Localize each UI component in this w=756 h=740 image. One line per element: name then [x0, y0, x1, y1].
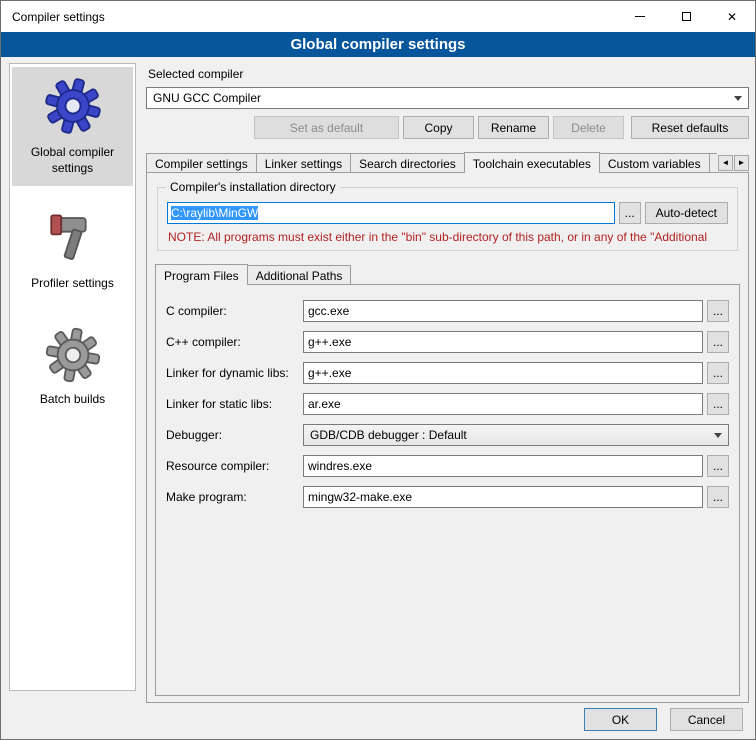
tab-additional-paths[interactable]: Additional Paths [247, 265, 352, 285]
program-files-tabstrip: Program Files Additional Paths [155, 263, 740, 285]
field-row-resource-compiler: Resource compiler: ... [166, 455, 729, 477]
browse-button[interactable]: ... [707, 455, 729, 477]
field-label: C++ compiler: [166, 335, 303, 349]
sidebar-item-label: Profiler settings [31, 275, 114, 291]
tab-scroll-right-icon[interactable]: ► [734, 155, 749, 171]
field-row-dynamic-linker: Linker for dynamic libs: ... [166, 362, 729, 384]
ok-button[interactable]: OK [584, 708, 657, 731]
chevron-down-icon [728, 88, 748, 108]
install-dir-input[interactable]: C:\raylib\MinGW [167, 202, 615, 224]
selected-compiler-label: Selected compiler [148, 67, 749, 81]
minimize-button[interactable] [617, 1, 663, 32]
tab-linker-settings[interactable]: Linker settings [256, 153, 351, 173]
tab-custom-variables[interactable]: Custom variables [599, 153, 710, 173]
tab-program-files[interactable]: Program Files [155, 264, 248, 285]
delete-button: Delete [553, 116, 624, 139]
install-dir-selected-text: C:\raylib\MinGW [171, 206, 258, 220]
global-compiler-gear-icon [43, 75, 103, 137]
install-dir-group-label: Compiler's installation directory [166, 180, 340, 194]
selected-compiler-value: GNU GCC Compiler [153, 91, 261, 105]
compiler-actions: Set as default Copy Rename Delete Reset … [146, 116, 749, 139]
c-compiler-input[interactable] [303, 300, 703, 322]
page-title: Global compiler settings [1, 32, 755, 57]
dynamic-linker-input[interactable] [303, 362, 703, 384]
chevron-down-icon [708, 425, 728, 445]
debugger-select[interactable]: GDB/CDB debugger : Default [303, 424, 729, 446]
selected-compiler-dropdown[interactable]: GNU GCC Compiler [146, 87, 749, 109]
window-controls: ✕ [617, 1, 755, 32]
sidebar-item-global-compiler-settings[interactable]: Global compiler settings [12, 67, 133, 186]
close-icon: ✕ [727, 11, 737, 23]
profiler-tool-icon [44, 208, 102, 268]
static-linker-input[interactable] [303, 393, 703, 415]
auto-detect-button[interactable]: Auto-detect [645, 202, 728, 224]
tab-compiler-settings[interactable]: Compiler settings [146, 153, 257, 173]
install-dir-groupbox: Compiler's installation directory C:\ray… [157, 187, 738, 251]
batch-builds-gear-icon [44, 326, 102, 384]
install-dir-browse-button[interactable]: ... [619, 202, 641, 224]
settings-sidebar: Global compiler settings Profiler settin… [9, 63, 136, 691]
cancel-button[interactable]: Cancel [670, 708, 743, 731]
tab-toolchain-executables[interactable]: Toolchain executables [464, 152, 600, 173]
titlebar: Compiler settings ✕ [1, 1, 755, 32]
sidebar-item-label: Global compiler settings [14, 144, 131, 176]
browse-button[interactable]: ... [707, 393, 729, 415]
program-files-panel: C compiler: ... C++ compiler: ... Linker… [155, 284, 740, 696]
tabs: Compiler settings Linker settings Search… [146, 151, 717, 173]
sidebar-item-batch-builds[interactable]: Batch builds [12, 318, 133, 417]
main-panel: Selected compiler GNU GCC Compiler Set a… [146, 63, 749, 703]
browse-button[interactable]: ... [707, 486, 729, 508]
tab-search-directories[interactable]: Search directories [350, 153, 465, 173]
copy-button[interactable]: Copy [403, 116, 474, 139]
debugger-value: GDB/CDB debugger : Default [310, 428, 467, 442]
install-dir-note: NOTE: All programs must exist either in … [168, 230, 727, 244]
field-row-cpp-compiler: C++ compiler: ... [166, 331, 729, 353]
minimize-icon [635, 16, 645, 17]
install-dir-row: C:\raylib\MinGW ... Auto-detect [167, 202, 728, 224]
field-label: Make program: [166, 490, 303, 504]
field-label: Linker for dynamic libs: [166, 366, 303, 380]
make-program-input[interactable] [303, 486, 703, 508]
field-row-make-program: Make program: ... [166, 486, 729, 508]
set-as-default-button: Set as default [254, 116, 399, 139]
field-label: Resource compiler: [166, 459, 303, 473]
field-row-static-linker: Linker for static libs: ... [166, 393, 729, 415]
cpp-compiler-input[interactable] [303, 331, 703, 353]
tab-build-options[interactable]: Build [709, 153, 717, 173]
rename-button[interactable]: Rename [478, 116, 549, 139]
tab-scroll-left-icon[interactable]: ◄ [718, 155, 733, 171]
settings-tabstrip: Compiler settings Linker settings Search… [146, 151, 749, 173]
browse-button[interactable]: ... [707, 362, 729, 384]
subtabs: Program Files Additional Paths [155, 263, 708, 285]
window-title: Compiler settings [1, 10, 105, 24]
compiler-settings-window: Compiler settings ✕ Global compiler sett… [0, 0, 756, 740]
toolchain-executables-panel: Compiler's installation directory C:\ray… [146, 172, 749, 703]
maximize-button[interactable] [663, 1, 709, 32]
close-button[interactable]: ✕ [709, 1, 755, 32]
field-label: Debugger: [166, 428, 303, 442]
dialog-footer: OK Cancel [584, 708, 743, 731]
field-row-c-compiler: C compiler: ... [166, 300, 729, 322]
field-label: C compiler: [166, 304, 303, 318]
browse-button[interactable]: ... [707, 300, 729, 322]
reset-defaults-button[interactable]: Reset defaults [631, 116, 749, 139]
maximize-icon [682, 12, 691, 21]
field-label: Linker for static libs: [166, 397, 303, 411]
field-row-debugger: Debugger: GDB/CDB debugger : Default [166, 424, 729, 446]
browse-button[interactable]: ... [707, 331, 729, 353]
sidebar-item-profiler-settings[interactable]: Profiler settings [12, 200, 133, 301]
tab-scroll-buttons: ◄ ► [718, 155, 749, 171]
resource-compiler-input[interactable] [303, 455, 703, 477]
sidebar-item-label: Batch builds [40, 391, 105, 407]
